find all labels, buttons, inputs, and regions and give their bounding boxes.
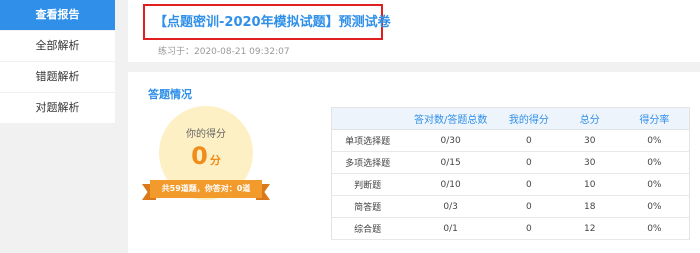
- header-my-score: 我的得分: [498, 107, 560, 130]
- cell-score-rate: 0%: [619, 173, 690, 196]
- table-row: 单项选择题 0/30 0 30 0%: [331, 129, 690, 152]
- table-row: 多项选择题 0/15 0 30 0%: [331, 151, 690, 174]
- score-number: 0: [191, 142, 208, 170]
- cell-question-type: 判断题: [331, 173, 404, 196]
- exam-header: 【点题密训-2020年模拟试题】预测试卷 练习于：2020-08-21 09:3…: [128, 0, 700, 62]
- sidebar-item-view-report[interactable]: 查看报告: [0, 0, 115, 30]
- score-stats-table: 答对数/答题总数 我的得分 总分 得分率 单项选择题 0/30 0 30 0% …: [331, 107, 690, 240]
- cell-correct-ratio: 0/30: [403, 129, 499, 152]
- cell-question-type: 多项选择题: [331, 151, 404, 174]
- cell-question-type: 综合题: [331, 217, 404, 240]
- cell-total-score: 30: [559, 151, 620, 174]
- header-score-rate: 得分率: [619, 107, 690, 130]
- score-value: 0分: [159, 142, 253, 170]
- header-question-type: [331, 107, 404, 130]
- cell-question-type: 简答题: [331, 195, 404, 218]
- sidebar-item-wrong-analysis[interactable]: 错题解析: [0, 62, 115, 92]
- cell-total-score: 18: [559, 195, 620, 218]
- cell-total-score: 30: [559, 129, 620, 152]
- page-title: 【点题密训-2020年模拟试题】预测试卷: [154, 15, 391, 30]
- cell-my-score: 0: [498, 151, 560, 174]
- cell-score-rate: 0%: [619, 217, 690, 240]
- header-total-score: 总分: [559, 107, 620, 130]
- cell-my-score: 0: [498, 129, 560, 152]
- cell-score-rate: 0%: [619, 151, 690, 174]
- table-header-row: 答对数/答题总数 我的得分 总分 得分率: [331, 107, 690, 130]
- cell-score-rate: 0%: [619, 129, 690, 152]
- cell-my-score: 0: [498, 173, 560, 196]
- sidebar: 查看报告 全部解析 错题解析 对题解析: [0, 0, 115, 253]
- cell-total-score: 12: [559, 217, 620, 240]
- answer-summary-panel: 答题情况 你的得分 0分 共59道题，你答对：0道 答对数/答题总数 我的得分 …: [128, 72, 700, 253]
- table-row: 简答题 0/3 0 18 0%: [331, 195, 690, 218]
- cell-my-score: 0: [498, 195, 560, 218]
- result-ribbon: 共59道题，你答对：0道: [142, 180, 270, 200]
- cell-correct-ratio: 0/3: [403, 195, 499, 218]
- table-row: 综合题 0/1 0 12 0%: [331, 217, 690, 240]
- cell-correct-ratio: 0/10: [403, 173, 499, 196]
- cell-correct-ratio: 0/1: [403, 217, 499, 240]
- section-title: 答题情况: [148, 88, 192, 101]
- sidebar-item-correct-analysis[interactable]: 对题解析: [0, 93, 115, 123]
- ribbon-text: 共59道题，你答对：0道: [150, 180, 262, 198]
- sidebar-item-all-analysis[interactable]: 全部解析: [0, 31, 115, 61]
- cell-correct-ratio: 0/15: [403, 151, 499, 174]
- table-row: 判断题 0/10 0 10 0%: [331, 173, 690, 196]
- header-correct-ratio: 答对数/答题总数: [403, 107, 499, 130]
- cell-total-score: 10: [559, 173, 620, 196]
- cell-question-type: 单项选择题: [331, 129, 404, 152]
- score-unit: 分: [209, 154, 221, 167]
- cell-score-rate: 0%: [619, 195, 690, 218]
- practice-timestamp: 练习于：2020-08-21 09:32:07: [158, 47, 290, 57]
- cell-my-score: 0: [498, 217, 560, 240]
- score-label: 你的得分: [186, 129, 226, 140]
